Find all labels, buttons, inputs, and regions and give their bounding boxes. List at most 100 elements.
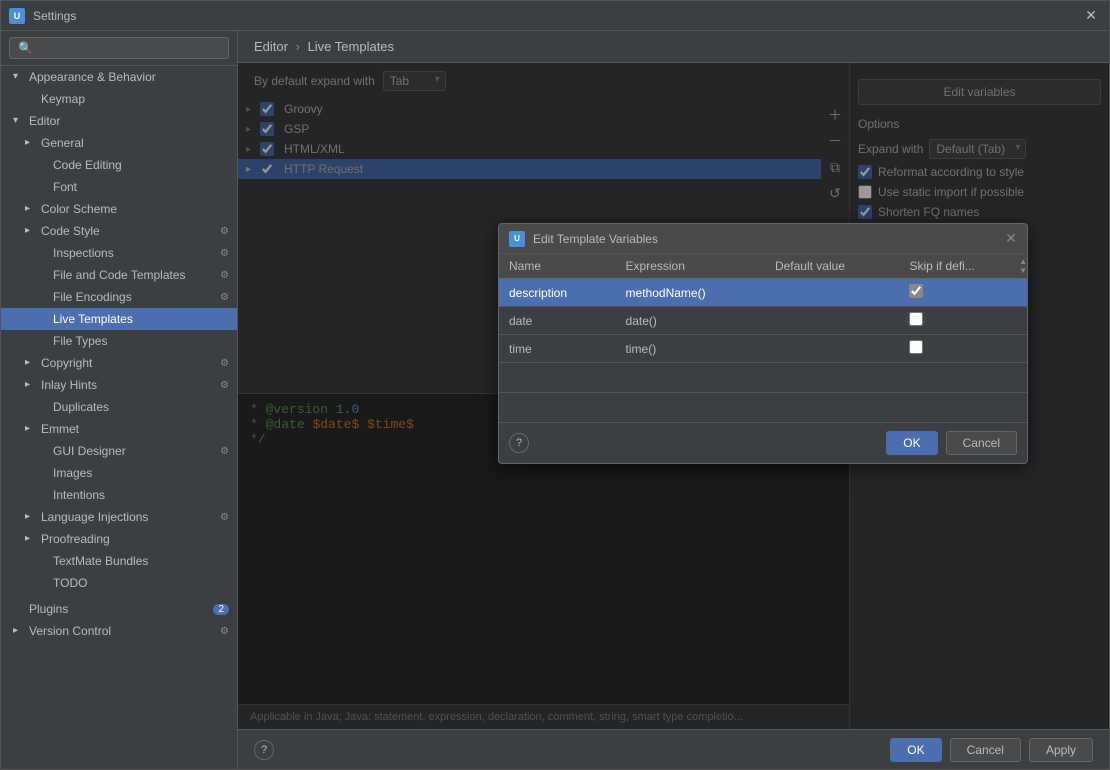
sidebar-item-editor[interactable]: Editor (1, 110, 237, 132)
arrow-icon (25, 511, 37, 523)
skip-checkbox[interactable] (909, 312, 923, 326)
sidebar-label: Live Templates (53, 312, 133, 326)
badge-icon: ⚙ (220, 358, 229, 369)
modal-ok-button[interactable]: OK (886, 431, 937, 455)
search-box (1, 31, 237, 66)
arrow-icon (37, 401, 49, 413)
edit-variables-modal: U Edit Template Variables ✕ (498, 223, 1028, 464)
sidebar-item-todo[interactable]: TODO (1, 572, 237, 594)
arrow-icon (25, 93, 37, 105)
sidebar-label: File and Code Templates (53, 268, 186, 282)
sidebar-label: Language Injections (41, 510, 148, 524)
sidebar-label: Plugins (29, 602, 68, 616)
cancel-button[interactable]: Cancel (950, 738, 1021, 762)
arrow-icon (37, 291, 49, 303)
sidebar-item-file-encodings[interactable]: File Encodings ⚙ (1, 286, 237, 308)
table-row-empty (499, 363, 1027, 393)
search-input[interactable] (9, 37, 229, 59)
modal-body: Name Expression Default value Skip if de… (499, 254, 1027, 423)
table-header: Name Expression Default value Skip if de… (499, 254, 1027, 279)
badge-icon: ⚙ (220, 248, 229, 259)
table-row[interactable]: description methodName() (499, 279, 1027, 307)
cell-default (765, 335, 900, 363)
sidebar-label: Images (53, 466, 92, 480)
modal-close-button[interactable]: ✕ (1005, 230, 1017, 247)
sidebar-item-color-scheme[interactable]: Color Scheme (1, 198, 237, 220)
sidebar-item-inlay-hints[interactable]: Inlay Hints ⚙ (1, 374, 237, 396)
sidebar-label: Duplicates (53, 400, 109, 414)
sidebar-item-emmet[interactable]: Emmet (1, 418, 237, 440)
sidebar-item-images[interactable]: Images (1, 462, 237, 484)
sidebar-item-keymap[interactable]: Keymap (1, 88, 237, 110)
modal-titlebar: U Edit Template Variables ✕ (499, 224, 1027, 254)
col-expression: Expression (616, 254, 765, 279)
arrow-icon (37, 489, 49, 501)
arrow-icon (37, 577, 49, 589)
skip-checkbox[interactable] (909, 284, 923, 298)
sidebar-item-proofreading[interactable]: Proofreading (1, 528, 237, 550)
ok-button[interactable]: OK (890, 738, 941, 762)
close-button[interactable]: ✕ (1081, 6, 1101, 26)
sidebar-item-code-editing[interactable]: Code Editing (1, 154, 237, 176)
sort-down-button[interactable]: ▼ (1019, 266, 1027, 275)
arrow-icon (37, 313, 49, 325)
modal-cancel-button[interactable]: Cancel (946, 431, 1017, 455)
sidebar-label: File Types (53, 334, 107, 348)
sidebar-item-version-control[interactable]: Version Control ⚙ (1, 620, 237, 642)
cell-skip (899, 335, 1027, 363)
arrow-icon (13, 625, 25, 637)
sidebar-item-font[interactable]: Font (1, 176, 237, 198)
help-button[interactable]: ? (254, 740, 274, 760)
sidebar-item-code-style[interactable]: Code Style ⚙ (1, 220, 237, 242)
sidebar-item-textmate[interactable]: TextMate Bundles (1, 550, 237, 572)
sidebar-label: Keymap (41, 92, 85, 106)
arrow-icon (25, 379, 37, 391)
arrow-icon (25, 357, 37, 369)
badge-icon: ⚙ (220, 626, 229, 637)
sidebar-label: Editor (29, 114, 60, 128)
sidebar-label: Color Scheme (41, 202, 117, 216)
sidebar-item-intentions[interactable]: Intentions (1, 484, 237, 506)
badge-icon: ⚙ (220, 512, 229, 523)
apply-button[interactable]: Apply (1029, 738, 1093, 762)
sidebar-label: Version Control (29, 624, 111, 638)
skip-checkbox[interactable] (909, 340, 923, 354)
arrow-icon (37, 247, 49, 259)
main-content: Appearance & Behavior Keymap Editor Gene… (1, 31, 1109, 769)
cell-skip (899, 279, 1027, 307)
arrow-icon (37, 159, 49, 171)
sidebar-item-general[interactable]: General (1, 132, 237, 154)
sidebar-label: Emmet (41, 422, 79, 436)
cell-name: time (499, 335, 616, 363)
modal-icon: U (509, 231, 525, 247)
settings-content: By default expand with Tab Enter Space (238, 63, 1109, 729)
sidebar-item-appearance[interactable]: Appearance & Behavior (1, 66, 237, 88)
col-default: Default value (765, 254, 900, 279)
sidebar-label: Code Style (41, 224, 100, 238)
sidebar-item-duplicates[interactable]: Duplicates (1, 396, 237, 418)
sidebar-item-inspections[interactable]: Inspections ⚙ (1, 242, 237, 264)
cell-name: date (499, 307, 616, 335)
sidebar-item-copyright[interactable]: Copyright ⚙ (1, 352, 237, 374)
badge-icon: ⚙ (220, 270, 229, 281)
header-row: Name Expression Default value Skip if de… (499, 254, 1027, 279)
sidebar-item-live-templates[interactable]: Live Templates (1, 308, 237, 330)
table-row[interactable]: time time() (499, 335, 1027, 363)
sidebar-item-file-types[interactable]: File Types (1, 330, 237, 352)
cell-expression: time() (616, 335, 765, 363)
app-icon: U (9, 8, 25, 24)
cell-skip (899, 307, 1027, 335)
arrow-icon (25, 533, 37, 545)
variables-table: Name Expression Default value Skip if de… (499, 254, 1027, 423)
sidebar-item-gui-designer[interactable]: GUI Designer ⚙ (1, 440, 237, 462)
modal-help-button[interactable]: ? (509, 433, 529, 453)
sidebar-item-plugins[interactable]: Plugins 2 (1, 598, 237, 620)
sidebar-item-file-code-templates[interactable]: File and Code Templates ⚙ (1, 264, 237, 286)
badge-icon: ⚙ (220, 380, 229, 391)
arrow-icon (37, 269, 49, 281)
table-row[interactable]: date date() (499, 307, 1027, 335)
sidebar-label: TODO (53, 576, 87, 590)
arrow-icon (25, 137, 37, 149)
sidebar-item-language-injections[interactable]: Language Injections ⚙ (1, 506, 237, 528)
sort-up-button[interactable]: ▲ (1019, 257, 1027, 266)
